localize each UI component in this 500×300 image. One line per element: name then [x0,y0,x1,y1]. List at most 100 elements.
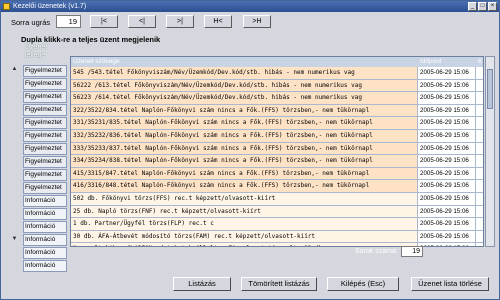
message-cell: 333/35233/837.tétel Naplón-Főkönyvi szám… [71,142,418,155]
table-row[interactable]: 334/35234/838.tétel Naplón-Főkönyvi szám… [71,155,483,168]
message-cell: 56223 /614.tétel Főkönyviszám/Név/Üzemkó… [71,92,418,104]
message-type-item[interactable]: Információ [23,208,67,220]
k-cell [476,155,483,167]
message-type-item[interactable]: Figyelmeztet [23,91,67,103]
close-icon[interactable]: × [488,2,497,11]
column-header-k[interactable]: K [476,57,483,67]
message-type-item[interactable]: Figyelmeztet [23,117,67,129]
page-back-button[interactable]: H< [204,15,232,28]
k-cell [476,104,483,117]
message-type-item[interactable]: Figyelmeztet [23,78,67,90]
column-header-message[interactable]: Üzenet szövege [71,57,418,67]
minimize-icon[interactable]: _ [468,2,477,11]
table-row[interactable]: 416/3316/848.tétel Naplón-Főkönyvi szám … [71,180,483,193]
message-cell: 25 db. Napló törzs(FNF) rec.t képzett/ol… [71,205,418,218]
title-bar: Kezelői üzenetek (v1.7) _ □ × [1,1,499,12]
message-cell: 416/3316/848.tétel Naplón-Főkönyvi szám … [71,180,418,192]
k-cell [476,129,483,142]
message-type-item[interactable]: Információ [23,234,67,246]
first-row-button[interactable]: |< [90,15,118,28]
message-cell: 30 db. ÁFA-Átbevét módosító törzs(FAM) r… [71,230,418,243]
time-cell: 2005-06-29 15:06 [418,92,476,104]
last-row-button[interactable]: >H [243,15,271,28]
main-window: Kezelői üzenetek (v1.7) _ □ × Sorra ugrá… [0,0,500,300]
message-cell: 545 /543.tétel Főkönyviszám/Név/Üzemkód/… [71,67,418,79]
time-cell: 2005-06-29 15:06 [418,167,476,180]
message-type-item[interactable]: Figyelmeztet [23,130,67,142]
table-row[interactable]: 25 db. Napló törzs(FNF) rec.t képzett/ol… [71,205,483,219]
message-type-item[interactable]: Figyelmeztet [23,156,67,168]
message-type-header: Üzenet jellege [25,44,48,59]
message-type-item[interactable]: Figyelmeztet [23,143,67,155]
message-type-item[interactable]: Információ [23,247,67,259]
table-row[interactable]: 1 db. Partner/Ügyfél törzs(FLP) rec.t c2… [71,218,483,231]
list-button[interactable]: Listázás [173,277,231,291]
message-type-item[interactable]: Információ [23,260,67,272]
k-cell [476,243,483,246]
maximize-icon[interactable]: □ [478,2,487,11]
vertical-scrollbar[interactable] [485,56,495,247]
message-cell: Nem volt hiba, CLARION adatokat beállolt… [71,243,418,246]
k-cell [476,218,483,230]
scrollbar-thumb[interactable] [487,69,493,109]
message-type-item[interactable]: Figyelmeztet [23,169,67,181]
table-row[interactable]: 30 db. ÁFA-Átbevét módosító törzs(FAM) r… [71,230,483,244]
table-row[interactable]: 333/35233/837.tétel Naplón-Főkönyvi szám… [71,142,483,156]
scroll-down-icon[interactable]: ▼ [10,235,19,244]
exit-button[interactable]: Kilépés (Esc) [327,277,399,291]
message-type-item[interactable]: Figyelmeztet [23,104,67,116]
time-cell: 2005-06-29 15:06 [418,129,476,142]
k-cell [476,180,483,192]
clear-list-button[interactable]: Üzenet lista törlése [411,277,489,291]
row-jump-input[interactable]: 19 [56,15,81,28]
message-cell: 334/35234/838.tétel Naplón-Főkönyvi szám… [71,155,418,167]
compact-list-button[interactable]: Tömörített listázás [241,277,317,291]
message-type-item[interactable]: Információ [23,195,67,207]
prev-row-button[interactable]: <| [128,15,156,28]
time-cell: 2005-06-29 15:06 [418,67,476,79]
window-title: Kezelői üzenetek (v1.7) [13,3,87,10]
row-jump-label: Sorra ugrás [11,18,51,27]
grid-header: Üzenet szövege Időpont K [71,57,483,67]
table-row[interactable]: 545 /543.tétel Főkönyviszám/Név/Üzemkód/… [71,67,483,80]
k-cell [476,192,483,205]
table-row[interactable]: 56223 /614.tétel Főkönyviszám/Név/Üzemkó… [71,92,483,105]
table-row[interactable]: 502 db. Főkönyvi törzs(FFS) rec.t képzet… [71,192,483,206]
time-cell: 2005-06-29 15:06 [418,243,476,246]
time-cell: 2005-06-29 15:06 [418,230,476,243]
k-cell [476,167,483,180]
time-cell: 2005-06-29 15:06 [418,117,476,129]
time-cell: 2005-06-29 15:06 [418,79,476,92]
message-grid[interactable]: Üzenet szövege Időpont K 545 /543.tétel … [70,56,484,247]
time-cell: 2005-06-29 15:06 [418,205,476,218]
scroll-up-icon[interactable]: ▲ [10,65,19,74]
table-row[interactable]: 332/35232/836.tétel Naplón-Főkönyvi szám… [71,129,483,143]
message-cell: 1 db. Partner/Ügyfél törzs(FLP) rec.t c [71,218,418,230]
message-type-column: Üzenet jellege ▲ ▼ Figyelmeztet Figyelmez… [3,43,67,272]
k-cell [476,67,483,79]
app-icon [3,3,10,10]
message-type-item[interactable]: Információ [23,221,67,233]
k-cell [476,79,483,92]
message-cell: 332/35232/836.tétel Naplón-Főkönyvi szám… [71,129,418,142]
table-row[interactable]: 56222 /613.tétel Főkönyviszám/Név/Üzemkó… [71,79,483,93]
message-cell: 322/3522/834.tétel Naplón-Főkönyvi szám … [71,104,418,117]
message-cell: 502 db. Főkönyvi törzs(FFS) rec.t képzet… [71,192,418,205]
row-count-label: Sorok száma: [355,248,398,255]
row-count-value: 19 [401,246,423,257]
time-cell: 2005-06-29 15:06 [418,104,476,117]
next-row-button[interactable]: >| [166,15,194,28]
message-cell: 56222 /613.tétel Főkönyviszám/Név/Üzemkó… [71,79,418,92]
time-cell: 2005-06-29 15:06 [418,142,476,155]
k-cell [476,205,483,218]
table-row[interactable]: 322/3522/834.tétel Naplón-Főkönyvi szám … [71,104,483,118]
table-row[interactable]: 331/35231/835.tétel Naplón-Főkönyvi szám… [71,117,483,130]
time-cell: 2005-06-29 15:06 [418,155,476,167]
table-row[interactable]: 415/3315/847.tétel Naplón-Főkönyvi szám … [71,167,483,181]
message-cell: 331/35231/835.tétel Naplón-Főkönyvi szám… [71,117,418,129]
message-type-item[interactable]: Figyelmeztet [23,182,67,194]
message-type-item[interactable]: Figyelmeztet [23,65,67,77]
message-type-list: Figyelmeztet Figyelmeztet Figyelmeztet Figy… [23,65,67,273]
navigation-toolbar: Sorra ugrás 19 |< <| >| H< >H [3,13,497,31]
column-header-time[interactable]: Időpont [418,57,476,67]
